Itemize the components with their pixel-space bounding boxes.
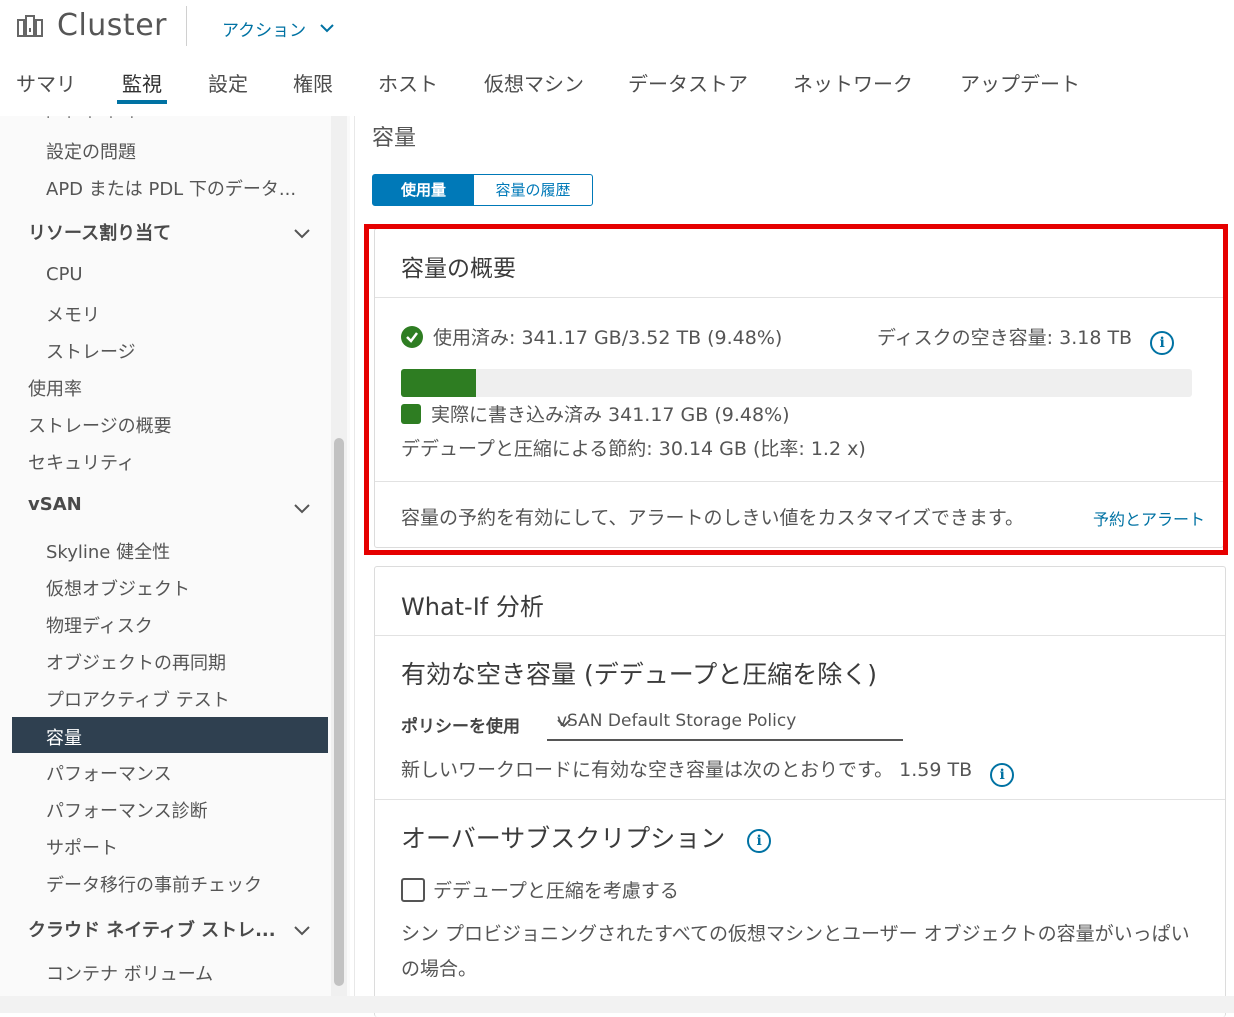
- info-icon[interactable]: i: [1150, 331, 1175, 355]
- effective-free-space-text: 新しいワークロードに有効な空き容量は次のとおりです。 1.59 TB: [401, 759, 973, 781]
- sidebar-item-physical-disks[interactable]: 物理ディスク: [46, 612, 153, 638]
- tab-permissions[interactable]: 権限: [293, 68, 333, 97]
- sidebar-item-support[interactable]: サポート: [46, 834, 118, 860]
- chevron-down-icon[interactable]: [294, 499, 310, 518]
- free-capacity-text: ディスクの空き容量: 3.18 TB: [877, 327, 1133, 349]
- oversubscription-title: オーバーサブスクリプション: [401, 824, 726, 853]
- card-title: What-If 分析: [401, 593, 544, 621]
- sidebar-cut-item: · · · · ·: [46, 116, 141, 126]
- written-text: 実際に書き込み済み 341.17 GB (9.48%): [431, 404, 790, 426]
- page-title: Cluster: [57, 8, 167, 43]
- usage-button[interactable]: 使用量: [372, 174, 475, 206]
- section-title: 容量: [372, 126, 417, 151]
- consider-dedup-checkbox[interactable]: [401, 878, 425, 902]
- sidebar-item-cpu[interactable]: CPU: [46, 264, 83, 285]
- divider: [375, 297, 1223, 298]
- chevron-down-icon[interactable]: [294, 224, 310, 243]
- storage-policy-select[interactable]: vSAN Default Storage Policy: [547, 707, 903, 741]
- effective-free-space-row: 新しいワークロードに有効な空き容量は次のとおりです。 1.59 TB i: [401, 755, 1015, 787]
- sidebar-scrollbar[interactable]: [331, 116, 347, 996]
- capacity-progress-fill: [401, 369, 476, 397]
- reservation-hint-text: 容量の予約を有効にして、アラートのしきい値をカスタマイズできます。: [401, 507, 1025, 529]
- sidebar-item-virtual-objects[interactable]: 仮想オブジェクト: [46, 575, 190, 601]
- sidebar-group-vsan[interactable]: vSAN: [28, 494, 82, 515]
- tab-monitor[interactable]: 監視: [122, 68, 162, 97]
- sidebar-item-storage-overview[interactable]: ストレージの概要: [28, 412, 172, 438]
- capacity-progress-bar: [401, 369, 1192, 397]
- policy-label: ポリシーを使用: [401, 717, 520, 737]
- written-legend: 実際に書き込み済み 341.17 GB (9.48%): [401, 400, 790, 427]
- effective-free-space-title: 有効な空き容量 (デデュープと圧縮を除く): [401, 660, 877, 689]
- used-capacity-text: 使用済み: 341.17 GB/3.52 TB (9.48%): [433, 327, 783, 349]
- tab-hosts[interactable]: ホスト: [378, 68, 438, 97]
- info-icon[interactable]: i: [747, 829, 772, 853]
- tab-summary[interactable]: サマリ: [16, 68, 76, 97]
- bottom-bar: [0, 996, 1234, 1013]
- tab-updates[interactable]: アップデート: [960, 68, 1080, 97]
- dedup-savings-text: デデュープと圧縮による節約: 30.14 GB (比率: 1.2 x): [401, 438, 866, 460]
- tab-vms[interactable]: 仮想マシン: [484, 68, 584, 97]
- sidebar-item-resync-objects[interactable]: オブジェクトの再同期: [46, 649, 226, 675]
- consider-dedup-label: デデュープと圧縮を考慮する: [433, 880, 679, 902]
- legend-swatch: [401, 404, 421, 424]
- tab-configure[interactable]: 設定: [208, 68, 248, 97]
- active-tab-indicator: [117, 100, 167, 104]
- header-divider: [186, 6, 187, 46]
- check-circle-icon: [401, 326, 423, 348]
- sidebar-item-storage[interactable]: ストレージ: [46, 338, 136, 364]
- scrollbar-thumb[interactable]: [334, 438, 344, 986]
- sidebar-item-config-issues[interactable]: 設定の問題: [46, 138, 136, 164]
- chevron-down-icon[interactable]: [294, 921, 310, 940]
- tab-bar: サマリ 監視 設定 権限 ホスト 仮想マシン データストア ネットワーク アップ…: [0, 60, 1234, 105]
- sidebar-group-resource-allocation[interactable]: リソース割り当て: [28, 219, 171, 245]
- sidebar-item-container-volumes[interactable]: コンテナ ボリューム: [46, 960, 213, 986]
- reservations-alerts-link[interactable]: 予約とアラート: [1093, 506, 1205, 530]
- sidebar-item-data-migration-precheck[interactable]: データ移行の事前チェック: [46, 871, 262, 897]
- info-icon[interactable]: i: [990, 763, 1015, 787]
- actions-label: アクション: [222, 21, 307, 41]
- sidebar-item-skyline-health[interactable]: Skyline 健全性: [46, 538, 170, 564]
- divider: [375, 635, 1225, 636]
- divider: [375, 481, 1223, 482]
- header: Cluster アクション: [0, 0, 1234, 54]
- sidebar-item-performance-diagnostics[interactable]: パフォーマンス診断: [46, 797, 208, 823]
- oversubscription-description: シン プロビジョニングされたすべての仮想マシンとユーザー オブジェクトの容量がい…: [401, 923, 1190, 980]
- cluster-icon: [16, 14, 44, 44]
- card-title: 容量の概要: [401, 256, 516, 282]
- sidebar: · · · · · 設定の問題 APD または PDL 下のデータ... リソー…: [0, 116, 350, 996]
- sidebar-item-apd-pdl[interactable]: APD または PDL 下のデータ...: [46, 175, 296, 201]
- divider: [375, 799, 1225, 800]
- tab-datastores[interactable]: データストア: [628, 68, 748, 97]
- chevron-down-icon: [557, 713, 893, 733]
- sidebar-item-performance[interactable]: パフォーマンス: [46, 760, 172, 786]
- chevron-down-icon: [319, 18, 334, 38]
- sidebar-item-capacity[interactable]: 容量: [12, 717, 328, 753]
- free-capacity-row: ディスクの空き容量: 3.18 TB i: [877, 323, 1175, 355]
- pane-divider: [354, 116, 355, 996]
- sidebar-group-cloud-native-storage[interactable]: クラウド ネイティブ ストレ...: [28, 916, 276, 942]
- oversubscription-row: オーバーサブスクリプション i: [401, 819, 772, 855]
- sidebar-item-proactive-tests[interactable]: プロアクティブ テスト: [46, 686, 230, 712]
- actions-menu-button[interactable]: アクション: [222, 16, 334, 41]
- tab-networks[interactable]: ネットワーク: [793, 68, 913, 97]
- capacity-overview-card: 容量の概要 使用済み: 341.17 GB/3.52 TB (9.48%) ディ…: [374, 228, 1224, 548]
- capacity-history-button[interactable]: 容量の履歴: [473, 174, 593, 206]
- sidebar-item-label: 容量: [46, 728, 82, 749]
- main-content: 容量 使用量 容量の履歴 容量の概要 使用済み: 341.17 GB/3.52 …: [354, 116, 1234, 1017]
- used-capacity-row: 使用済み: 341.17 GB/3.52 TB (9.48%): [401, 323, 782, 350]
- what-if-analysis-card: What-If 分析 有効な空き容量 (デデュープと圧縮を除く) ポリシーを使用…: [374, 566, 1226, 1017]
- sidebar-item-utilization[interactable]: 使用率: [28, 375, 82, 401]
- sidebar-item-security[interactable]: セキュリティ: [28, 449, 135, 475]
- sidebar-item-memory[interactable]: メモリ: [46, 301, 100, 327]
